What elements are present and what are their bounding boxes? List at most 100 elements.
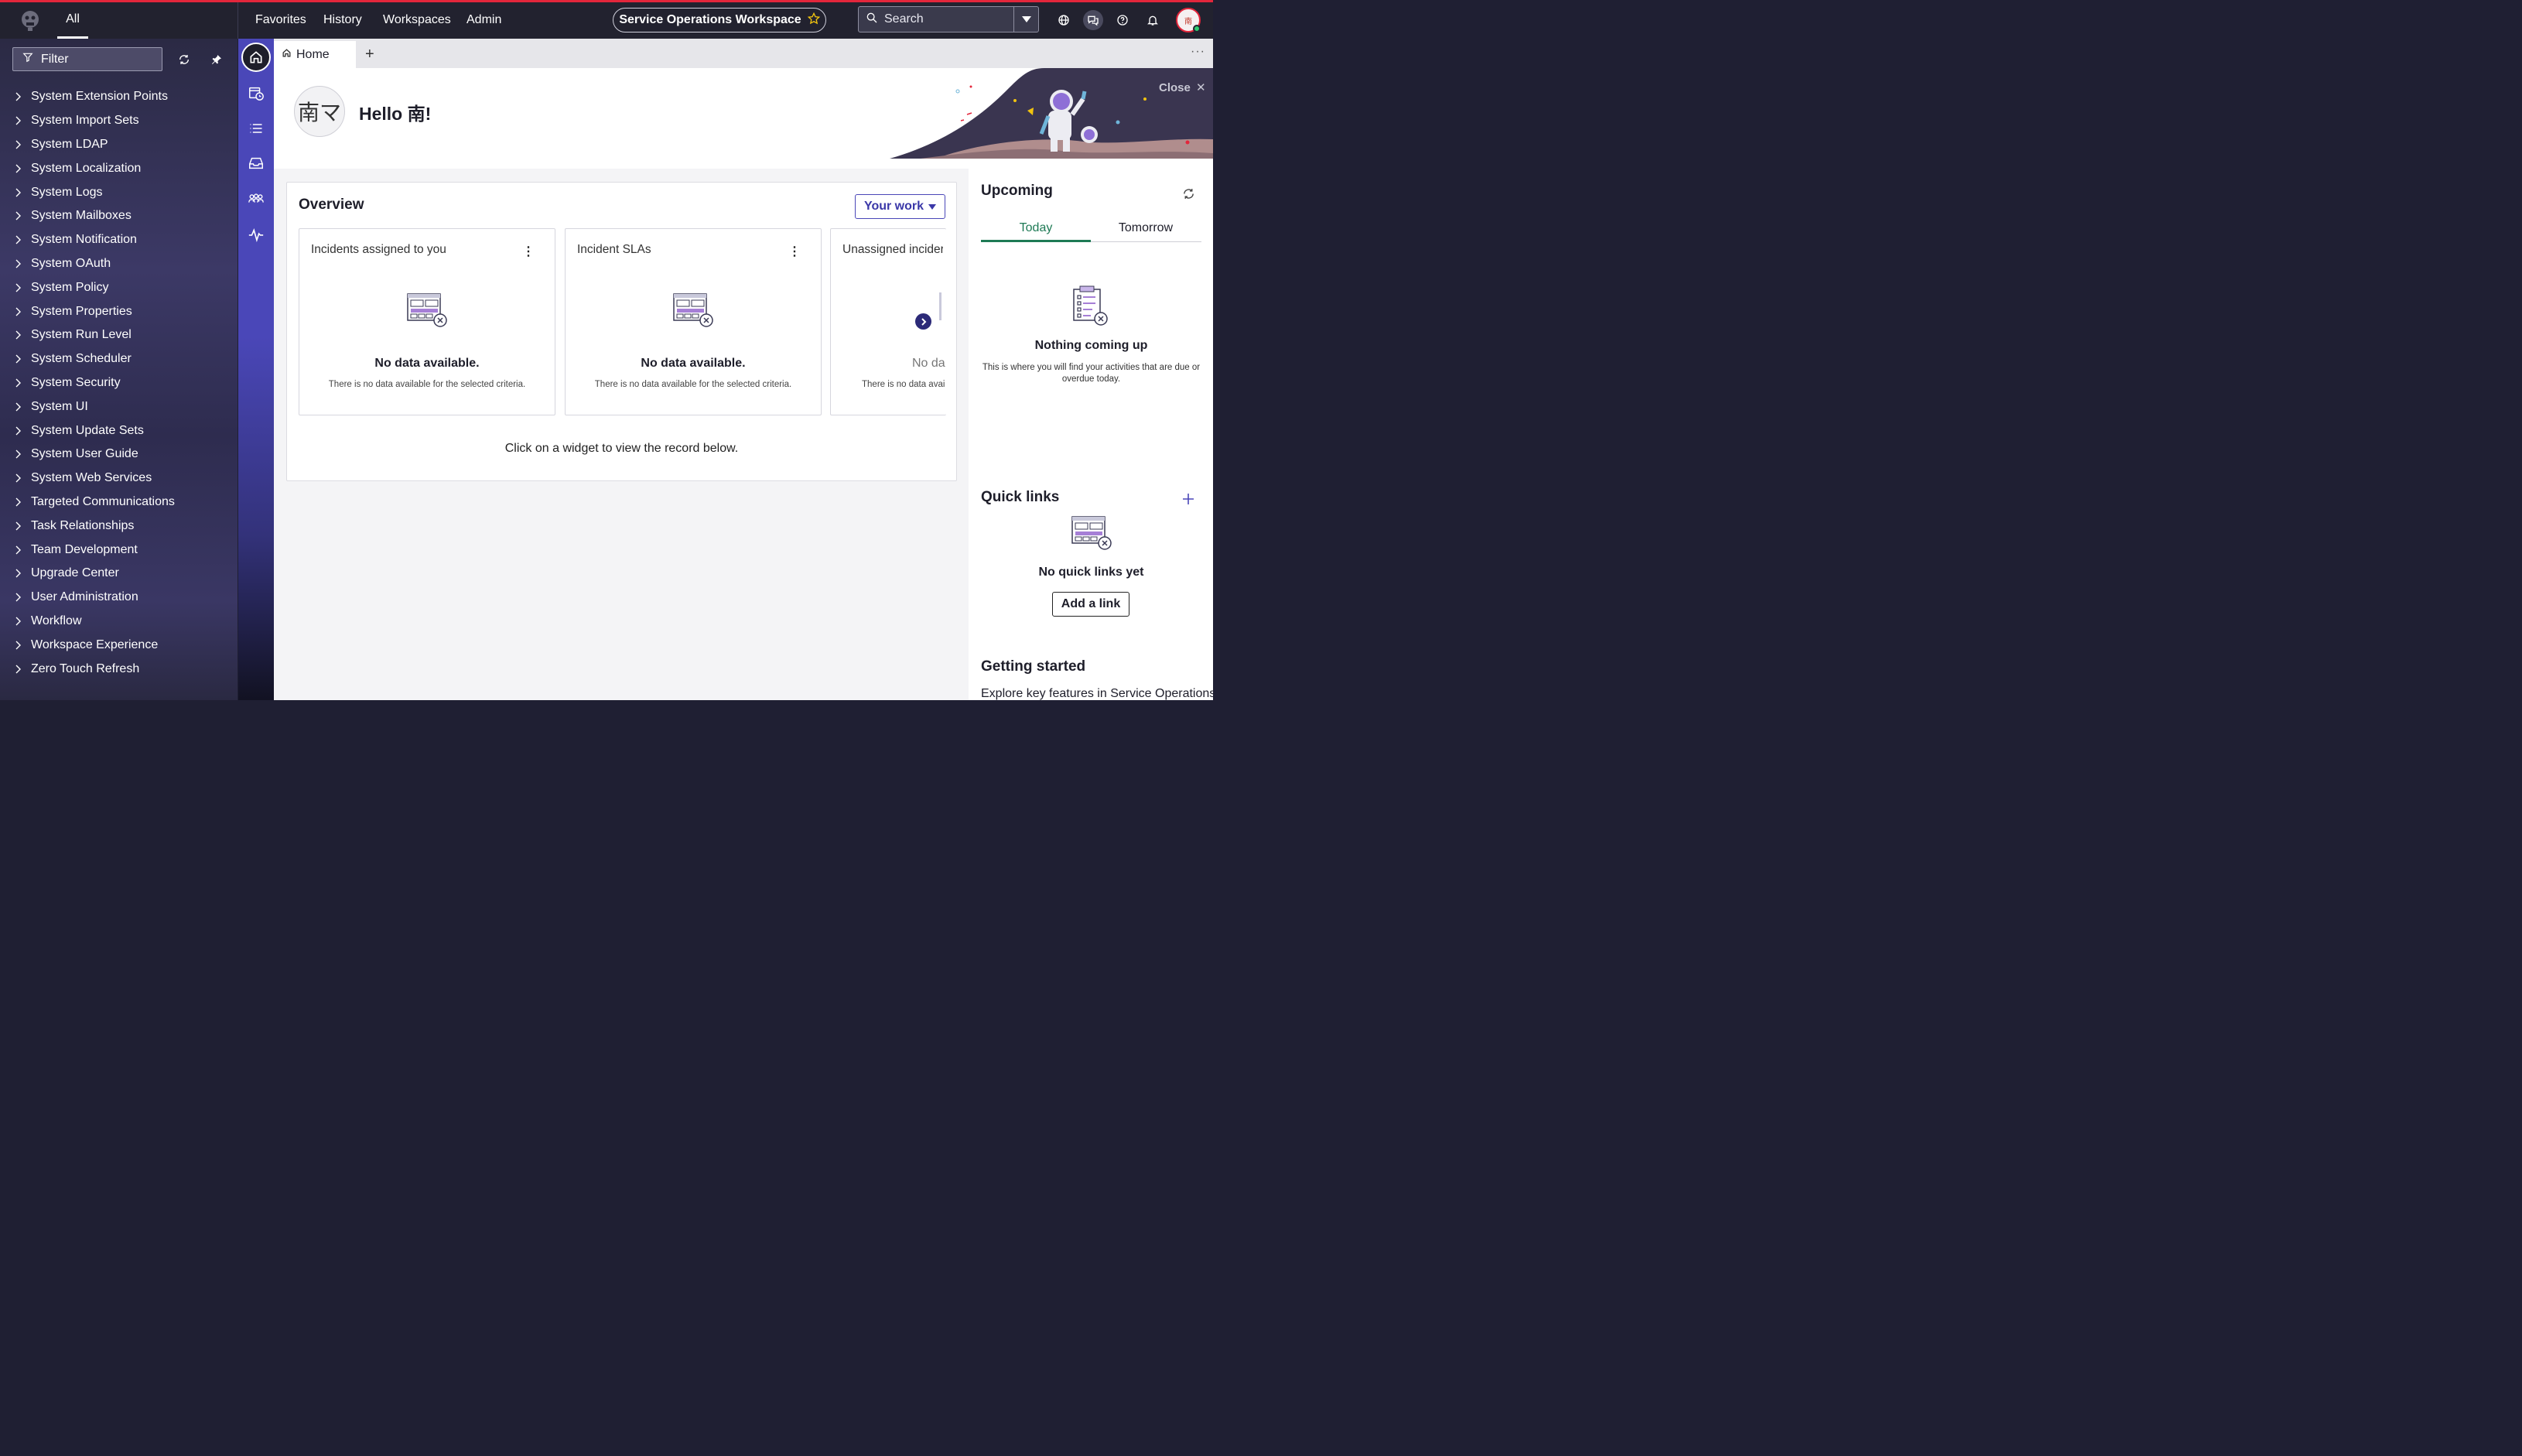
nav-module-item[interactable]: System Run Level (0, 323, 238, 347)
nav-history[interactable]: History (323, 13, 362, 27)
nav-module-item[interactable]: System Notification (0, 228, 238, 252)
chevron-right-icon[interactable] (0, 497, 31, 507)
nav-module-item[interactable]: System OAuth (0, 252, 238, 276)
chevron-right-icon[interactable] (0, 92, 31, 101)
chevron-right-icon[interactable] (0, 426, 31, 436)
all-menu-tab[interactable]: All (57, 2, 88, 39)
tab-tomorrow[interactable]: Tomorrow (1091, 219, 1201, 242)
nav-module-label: System UI (31, 399, 88, 413)
navigator-filter-input[interactable]: Filter (12, 47, 162, 71)
workspace-icon-rail (238, 39, 274, 700)
add-tab-button[interactable]: + (365, 46, 374, 63)
globe-icon[interactable] (1055, 12, 1072, 29)
chevron-right-icon[interactable] (0, 617, 31, 626)
widget-menu-icon[interactable]: ⋮ (788, 244, 801, 259)
chevron-right-icon[interactable] (0, 211, 31, 220)
close-banner-button[interactable]: Close ✕ (1159, 80, 1206, 94)
nav-module-item[interactable]: System Extension Points (0, 85, 238, 109)
no-data-description: There is no data avai (862, 380, 945, 389)
chevron-right-icon[interactable] (0, 140, 31, 149)
nav-module-item[interactable]: System Logs (0, 180, 238, 204)
team-icon[interactable] (244, 187, 268, 210)
nav-module-item[interactable]: System LDAP (0, 133, 238, 157)
search-input[interactable]: Search (884, 12, 1013, 26)
widget-incident-slas[interactable]: Incident SLAs ⋮ No data available. There… (565, 228, 822, 415)
nav-module-item[interactable]: System Update Sets (0, 419, 238, 443)
chevron-right-icon[interactable] (0, 354, 31, 364)
chevron-right-icon[interactable] (0, 307, 31, 316)
widget-menu-icon[interactable]: ⋮ (522, 244, 535, 259)
nav-module-item[interactable]: System Localization (0, 156, 238, 180)
nav-module-item[interactable]: Zero Touch Refresh (0, 657, 238, 681)
inbox-icon[interactable] (244, 152, 268, 175)
home-rail-icon[interactable] (241, 43, 271, 72)
nav-module-item[interactable]: System Properties (0, 299, 238, 323)
nav-module-item[interactable]: Targeted Communications (0, 490, 238, 514)
nav-module-item[interactable]: System Mailboxes (0, 204, 238, 228)
widget-incidents-assigned[interactable]: Incidents assigned to you ⋮ No data avai… (299, 228, 555, 415)
upcoming-empty-description: This is where you will find your activit… (982, 363, 1201, 384)
chevron-right-icon[interactable] (0, 330, 31, 340)
nav-module-item[interactable]: Workflow (0, 610, 238, 634)
add-quick-link-icon[interactable] (1182, 493, 1194, 509)
chevron-right-icon[interactable] (0, 449, 31, 459)
chevron-right-icon[interactable] (0, 473, 31, 483)
nav-module-label: System Localization (31, 161, 142, 175)
tab-today[interactable]: Today (981, 219, 1091, 242)
nav-admin[interactable]: Admin (466, 13, 501, 27)
chevron-right-icon (921, 317, 926, 326)
nav-module-item[interactable]: System Security (0, 371, 238, 395)
nav-favorites[interactable]: Favorites (255, 13, 306, 27)
nav-module-item[interactable]: Task Relationships (0, 514, 238, 538)
nav-module-item[interactable]: Workspace Experience (0, 633, 238, 657)
chevron-right-icon[interactable] (0, 259, 31, 268)
chevron-right-icon[interactable] (0, 164, 31, 173)
bell-icon[interactable] (1144, 12, 1161, 29)
nav-module-item[interactable]: Team Development (0, 538, 238, 562)
global-search[interactable]: Search (858, 6, 1039, 32)
nav-module-item[interactable]: System Web Services (0, 467, 238, 490)
chevron-right-icon[interactable] (0, 402, 31, 412)
nav-module-item[interactable]: System User Guide (0, 443, 238, 467)
workspace-title-pill[interactable]: Service Operations Workspace (613, 8, 826, 32)
refresh-upcoming-icon[interactable] (1182, 187, 1195, 204)
chevron-right-icon[interactable] (0, 378, 31, 388)
chevron-right-icon[interactable] (0, 593, 31, 602)
nav-module-item[interactable]: System Import Sets (0, 109, 238, 133)
your-work-dropdown[interactable]: Your work (855, 194, 945, 219)
carousel-next-button[interactable] (915, 313, 931, 330)
nav-workspaces[interactable]: Workspaces (383, 13, 451, 27)
chevron-right-icon[interactable] (0, 188, 31, 197)
chevron-right-icon[interactable] (0, 545, 31, 555)
nav-module-item[interactable]: System Scheduler (0, 347, 238, 371)
chevron-right-icon[interactable] (0, 283, 31, 292)
pin-icon[interactable] (210, 53, 224, 67)
nav-module-item[interactable]: System UI (0, 395, 238, 419)
add-a-link-button[interactable]: Add a link (1052, 592, 1129, 617)
nav-module-label: System Logs (31, 185, 103, 199)
chevron-right-icon[interactable] (0, 521, 31, 531)
activity-icon[interactable] (244, 223, 268, 246)
star-icon[interactable] (807, 12, 820, 29)
more-tabs-icon[interactable]: ··· (1191, 45, 1205, 59)
nav-module-item[interactable]: Upgrade Center (0, 562, 238, 586)
nav-module-item[interactable]: User Administration (0, 586, 238, 610)
chat-icon[interactable] (1083, 10, 1103, 30)
chevron-right-icon[interactable] (0, 641, 31, 650)
help-icon[interactable] (1114, 12, 1131, 29)
chevron-down-icon (1021, 16, 1031, 22)
tab-home[interactable]: Home (274, 41, 356, 68)
chevron-right-icon[interactable] (0, 665, 31, 674)
top-bar: All Favorites History Workspaces Admin S… (0, 2, 1213, 39)
refresh-icon[interactable] (177, 53, 191, 67)
chevron-right-icon[interactable] (0, 569, 31, 578)
presence-status-dot (1193, 25, 1201, 32)
logo-icon[interactable] (19, 9, 42, 32)
search-scope-dropdown[interactable] (1013, 7, 1038, 32)
chevron-right-icon[interactable] (0, 116, 31, 125)
list-icon[interactable] (244, 117, 268, 140)
widget-title: Incident SLAs (577, 243, 651, 256)
chevron-right-icon[interactable] (0, 235, 31, 244)
calendar-clock-icon[interactable] (244, 81, 268, 104)
nav-module-item[interactable]: System Policy (0, 275, 238, 299)
